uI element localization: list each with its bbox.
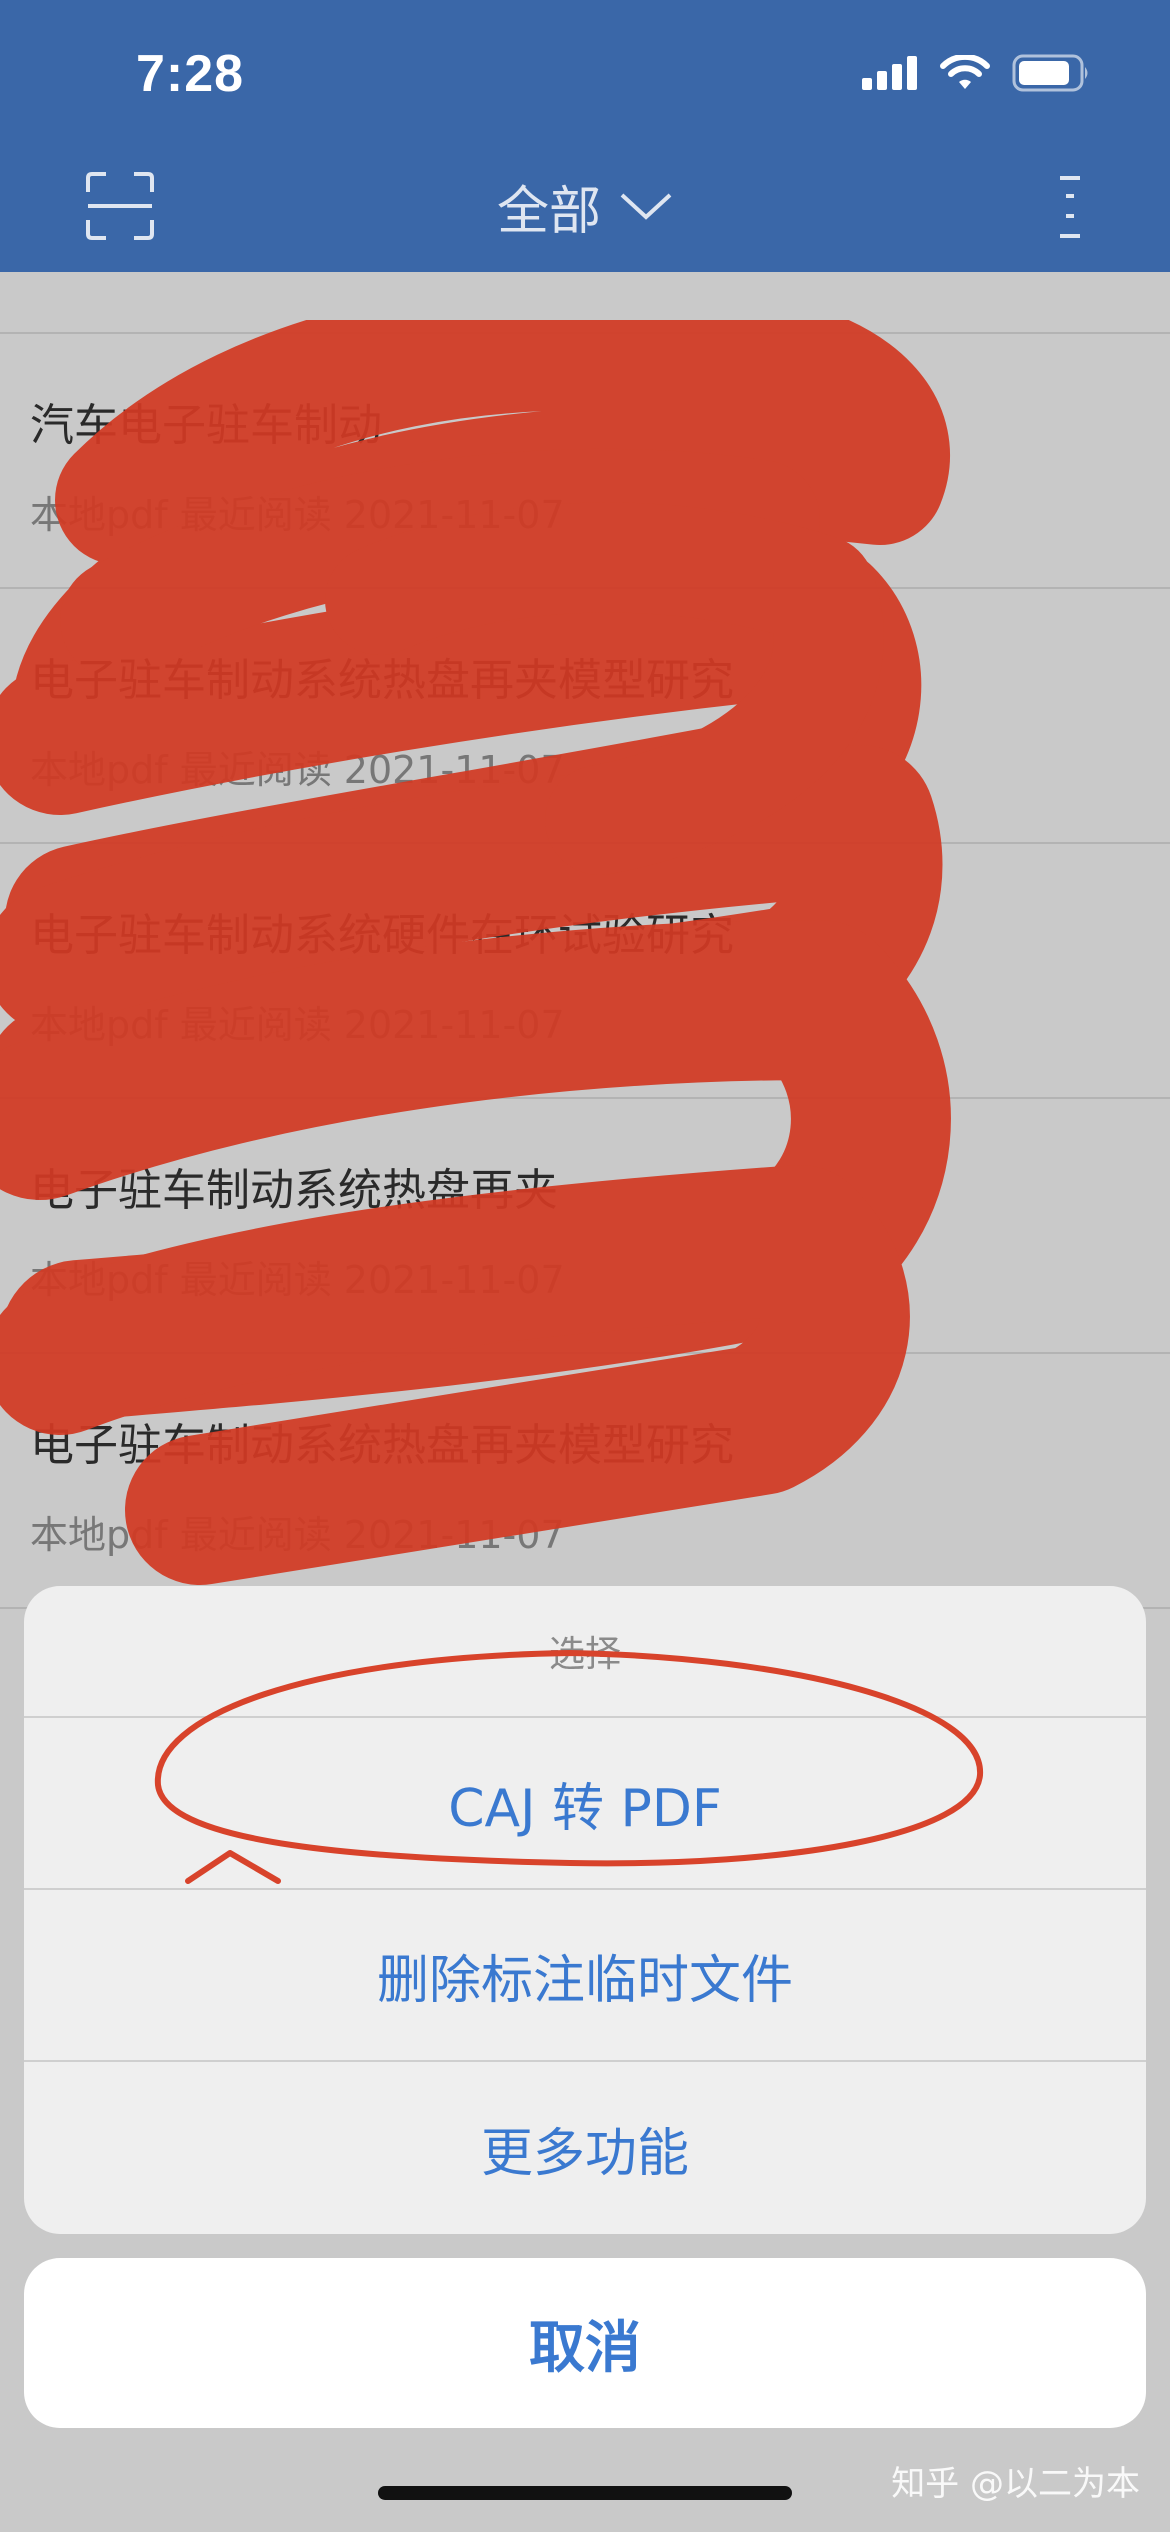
list-item-partial [0,272,1170,334]
action-sheet: 选择 CAJ 转 PDF 删除标注临时文件 更多功能 [24,1586,1146,2234]
caj-to-pdf-button[interactable]: CAJ 转 PDF [24,1718,1146,1890]
delete-temp-annotations-button[interactable]: 删除标注临时文件 [24,1890,1146,2062]
sheet-title: 选择 [24,1586,1146,1718]
home-indicator[interactable] [378,2486,792,2500]
list-item[interactable]: 电子驻车制动系统热盘再夹模型研究 本地pdf 最近阅读 2021-11-07 [0,1354,1170,1609]
list-item[interactable]: 电子驻车制动系统热盘再夹 本地pdf 最近阅读 2021-11-07 [0,1099,1170,1354]
app-header: 7:28 全部 [0,0,1170,272]
status-time: 7:28 [136,45,245,103]
document-list: 汽车电子驻车制动 本地pdf 最近阅读 2021-11-07 电子驻车制动系统热… [0,272,1170,1609]
item-meta: 本地pdf 最近阅读 2021-11-07 [30,493,565,537]
item-meta: 本地pdf 最近阅读 2021-11-07 [30,748,565,792]
list-item[interactable]: 电子驻车制动系统热盘再夹模型研究 本地pdf 最近阅读 2021-11-07 [0,589,1170,844]
filter-label: 全部 [496,181,601,242]
item-title: 电子驻车制动系统热盘再夹 [30,1165,558,1216]
item-meta: 本地pdf 最近阅读 2021-11-07 [30,1003,565,1047]
more-features-button[interactable]: 更多功能 [24,2062,1146,2234]
cancel-button[interactable]: 取消 [24,2258,1146,2428]
item-meta: 本地pdf 最近阅读 2021-11-07 [30,1258,565,1302]
list-item[interactable]: 电子驻车制动系统硬件在环试验研究 本地pdf 最近阅读 2021-11-07 [0,844,1170,1099]
item-meta: 本地pdf 最近阅读 2021-11-07 [30,1513,565,1557]
filter-dropdown[interactable]: 全部 [0,140,1170,272]
nav-bar: 全部 [0,140,1170,272]
status-bar: 7:28 [0,0,1170,140]
item-title: 电子驻车制动系统热盘再夹模型研究 [30,655,734,706]
item-title: 电子驻车制动系统硬件在环试验研究 [30,910,734,961]
chevron-down-icon [620,193,672,220]
watermark: 知乎 @以二为本 [891,2464,1140,2504]
item-title: 汽车电子驻车制动 [30,400,382,451]
status-icons [862,54,1092,92]
item-title: 电子驻车制动系统热盘再夹模型研究 [30,1420,734,1471]
list-item[interactable]: 汽车电子驻车制动 本地pdf 最近阅读 2021-11-07 [0,334,1170,589]
battery-icon [1012,54,1088,92]
wifi-icon [940,55,990,89]
cellular-signal-icon [862,56,917,90]
more-vertical-icon[interactable] [1050,172,1090,242]
